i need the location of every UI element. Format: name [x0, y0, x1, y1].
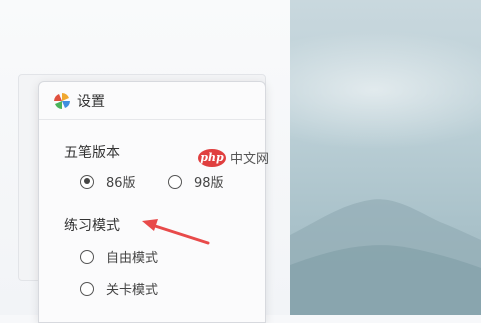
dialog-title: 设置 [77, 93, 105, 110]
wubi-version-label: 五笔版本 [64, 145, 120, 161]
radio-98-label: 98版 [194, 176, 224, 191]
radio-button[interactable] [168, 174, 182, 189]
radio-button-checked[interactable] [80, 174, 94, 189]
desktop-wallpaper [290, 0, 481, 315]
practice-mode-label: 练习模式 [64, 218, 120, 234]
radio-button[interactable] [80, 249, 94, 264]
app-pinwheel-icon [54, 92, 70, 109]
radio-button[interactable] [80, 281, 94, 296]
php-logo: php [198, 148, 226, 167]
radio-level-mode[interactable]: 关卡模式 [80, 279, 158, 298]
radio-free-mode[interactable]: 自由模式 [80, 247, 158, 266]
php-watermark: php 中文网 [198, 148, 269, 167]
red-arrow-icon [142, 219, 210, 245]
radio-98-version[interactable]: 98版 [168, 172, 224, 191]
radio-86-version[interactable]: 86版 [80, 172, 136, 191]
dialog-titlebar[interactable]: 设置 [39, 82, 265, 120]
radio-86-label: 86版 [106, 176, 136, 191]
radio-free-mode-label: 自由模式 [106, 251, 159, 266]
watermark-site-text: 中文网 [230, 152, 270, 167]
mountain-landscape [290, 199, 481, 315]
radio-level-mode-label: 关卡模式 [106, 283, 159, 298]
